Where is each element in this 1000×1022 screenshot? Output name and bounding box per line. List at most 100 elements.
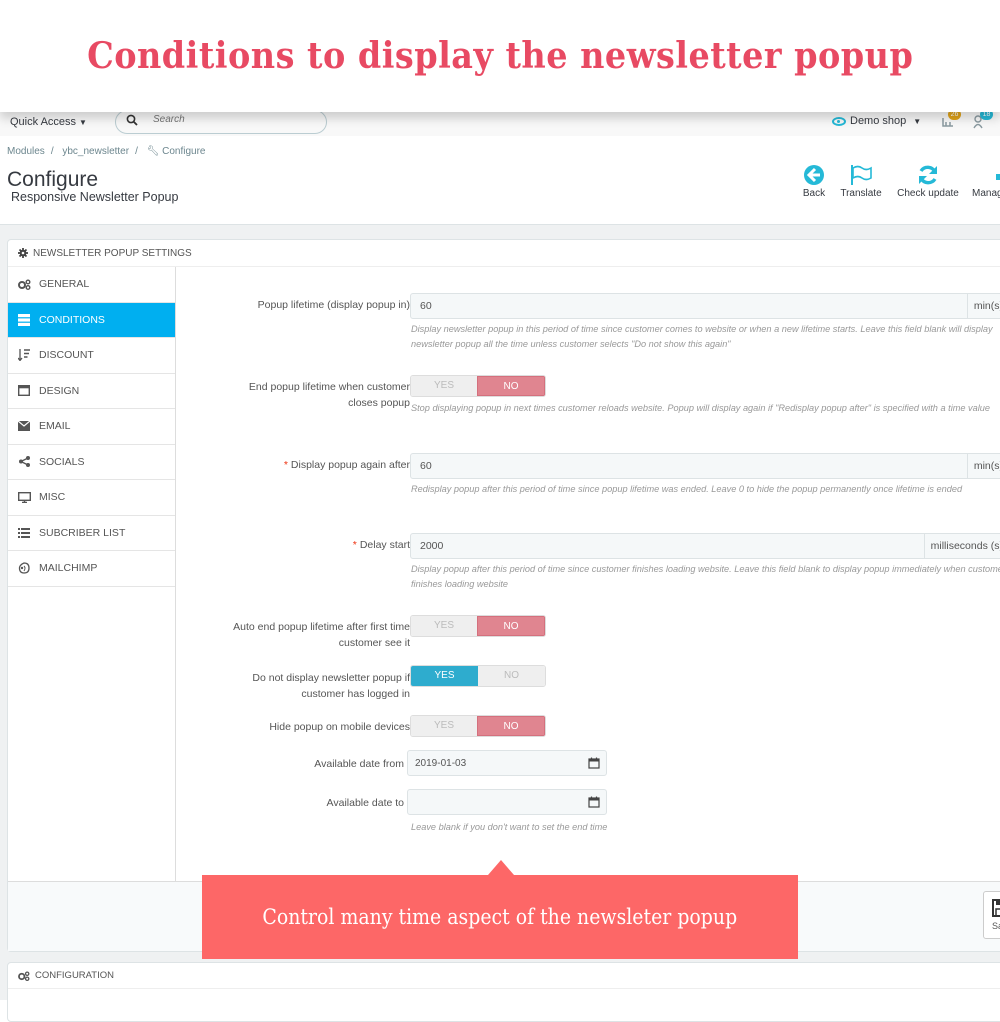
lifetime-label: Popup lifetime (display popup in) — [257, 299, 410, 311]
check-update-button[interactable]: Check update — [893, 162, 963, 199]
display-again-label-text: Display popup again after — [290, 459, 410, 471]
view-shop-link[interactable]: Demo shop ▼ — [832, 115, 921, 127]
translate-button[interactable]: Translate — [838, 162, 884, 199]
nav-item-socials[interactable]: SOCIALS — [8, 445, 175, 480]
calendar-icon[interactable] — [588, 757, 600, 769]
hide-logged-in-switch[interactable]: YES NO — [410, 665, 546, 687]
date-to-field[interactable] — [407, 789, 607, 815]
search-input[interactable] — [153, 114, 313, 125]
settings-panel: NEWSLETTER POPUP SETTINGS GENERAL CONDIT… — [7, 239, 1000, 952]
delay-start-unit: milliseconds (s) — [923, 534, 1000, 558]
cogs-icon — [18, 970, 30, 981]
customers-notification[interactable]: 18 — [972, 109, 993, 132]
back-button[interactable]: Back — [801, 162, 827, 199]
auto-end-yes[interactable]: YES — [411, 616, 477, 636]
breadcrumb-modules[interactable]: Modules — [7, 146, 45, 157]
search-box[interactable] — [115, 110, 327, 134]
nav-item-discount[interactable]: DISCOUNT — [8, 338, 175, 374]
window-icon — [17, 384, 31, 398]
nav-label: DESIGN — [39, 384, 80, 397]
anchor-icon — [996, 174, 1000, 180]
save-label: Save — [992, 921, 1000, 931]
lifetime-unit: min(s) — [966, 294, 1000, 318]
date-from-input[interactable] — [408, 751, 578, 775]
required-marker: * — [283, 459, 288, 471]
hide-mobile-no[interactable]: NO — [477, 716, 545, 736]
page-title: Configure — [7, 168, 99, 191]
delay-start-input[interactable] — [411, 534, 924, 558]
hide-mobile-yes[interactable]: YES — [411, 716, 477, 736]
hide-mobile-switch[interactable]: YES NO — [410, 715, 546, 737]
breadcrumb-module[interactable]: ybc_newsletter — [62, 146, 129, 157]
callout-text: Control many time aspect of the newslete… — [262, 905, 738, 929]
hide-logged-in-label: Do not display newsletter popup if custo… — [252, 672, 410, 700]
gear-icon — [18, 248, 28, 258]
envelope-icon — [17, 419, 31, 433]
delay-start-label-text: Delay start — [359, 539, 410, 551]
display-again-label: * Display popup again after — [284, 457, 410, 473]
panel-heading: NEWSLETTER POPUP SETTINGS — [8, 240, 1000, 267]
manage-hooks-label: Manage hooks — [972, 188, 1000, 199]
calendar-icon[interactable] — [588, 796, 600, 808]
end-on-close-switch[interactable]: YES NO — [410, 375, 546, 397]
nav-item-design[interactable]: DESIGN — [8, 374, 175, 409]
flag-icon — [851, 165, 872, 185]
end-on-close-help: Stop displaying popup in next times cust… — [411, 403, 991, 413]
nav-label: MAILCHIMP — [39, 562, 98, 575]
date-from-label: Available date from — [314, 758, 404, 770]
display-again-help: Redisplay popup after this period of tim… — [411, 484, 963, 494]
nav-label: MISC — [39, 491, 66, 504]
sort-icon — [17, 348, 31, 362]
hide-logged-in-yes[interactable]: YES — [411, 666, 478, 686]
date-to-input[interactable] — [408, 790, 578, 814]
auto-end-no[interactable]: NO — [477, 616, 545, 636]
panel-heading-text: NEWSLETTER POPUP SETTINGS — [33, 247, 192, 259]
date-to-help: Leave blank if you don't want to set the… — [411, 822, 608, 832]
required-marker: * — [352, 539, 357, 551]
lifetime-help: Display newsletter popup in this period … — [411, 324, 993, 349]
end-on-close-yes[interactable]: YES — [411, 376, 477, 396]
search-icon — [126, 114, 138, 126]
eye-icon — [832, 116, 846, 126]
back-arrow-icon — [804, 165, 824, 185]
shop-name: Demo shop — [850, 115, 907, 127]
display-again-unit: min(s) — [966, 454, 1000, 478]
nav-item-conditions[interactable]: CONDITIONS — [8, 302, 175, 338]
orders-notification[interactable]: 26 — [940, 109, 961, 132]
end-on-close-no[interactable]: NO — [477, 376, 545, 396]
delay-start-help: Display popup after this period of time … — [411, 564, 1000, 589]
nav-item-mailchimp[interactable]: MAILCHIMP — [8, 551, 175, 587]
page-header: Modules / ybc_newsletter / 🔧︎ Configure Co… — [0, 136, 1000, 225]
auto-end-switch[interactable]: YES NO — [410, 615, 546, 637]
share-icon — [17, 455, 31, 469]
nav-label: SOCIALS — [39, 455, 85, 468]
hide-logged-in-no[interactable]: NO — [478, 666, 545, 686]
promo-banner: Conditions to display the newsletter pop… — [0, 0, 1000, 112]
end-on-close-label: End popup lifetime when customer closes … — [248, 381, 410, 409]
manage-hooks-button[interactable]: Manage hooks — [972, 162, 1000, 199]
config-heading-text: CONFIGURATION — [35, 970, 114, 981]
conditions-form: Popup lifetime (display popup in) min(s)… — [176, 267, 1000, 881]
server-icon — [17, 313, 31, 327]
nav-item-general[interactable]: GENERAL — [8, 267, 175, 303]
date-from-field[interactable] — [407, 750, 607, 776]
quick-access-dropdown[interactable]: Quick Access ▼ — [10, 116, 87, 128]
top-bar: Quick Access▼ Demo shop ▼ 26 18 — [0, 109, 1000, 136]
page-subtitle: Responsive Newsletter Popup — [11, 190, 179, 204]
lifetime-input[interactable] — [411, 294, 967, 318]
delay-start-input-group: milliseconds (s) — [410, 533, 1000, 559]
display-again-input[interactable] — [411, 454, 967, 478]
nav-item-subscriber-list[interactable]: SUBCRIBER LIST — [8, 516, 175, 551]
floppy-disk-icon — [992, 899, 1000, 917]
list-icon — [17, 526, 31, 540]
mailchimp-icon — [17, 561, 31, 575]
banner-title: Conditions to display the newsletter pop… — [86, 35, 914, 77]
callout-tooltip: Control many time aspect of the newslete… — [202, 860, 798, 959]
nav-item-misc[interactable]: MISC — [8, 480, 175, 516]
nav-item-email[interactable]: EMAIL — [8, 409, 175, 445]
wrench-icon: 🔧︎ — [146, 146, 160, 157]
date-to-label: Available date to — [326, 797, 404, 809]
caret-down-icon: ▼ — [913, 116, 922, 126]
nav-label: EMAIL — [39, 420, 71, 433]
save-button[interactable]: Save — [983, 891, 1000, 939]
